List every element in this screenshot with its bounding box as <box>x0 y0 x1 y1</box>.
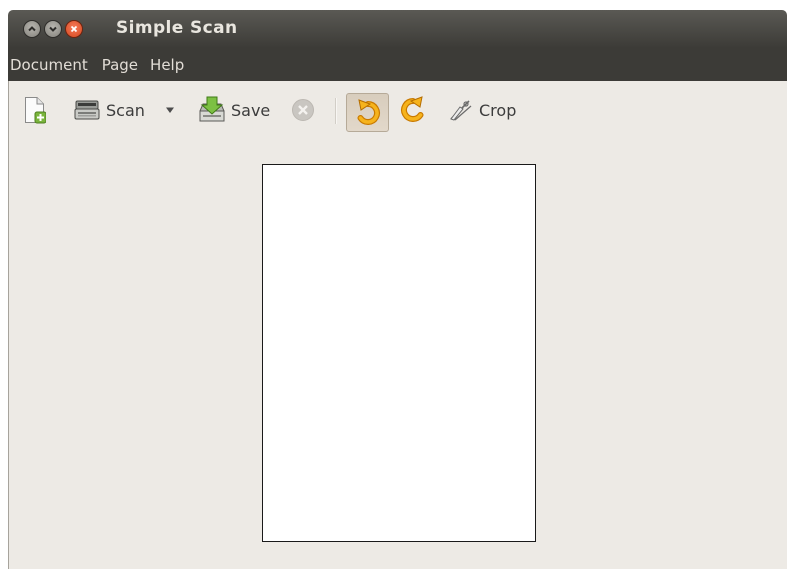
scanner-icon <box>74 100 100 120</box>
crop-icon <box>450 100 472 121</box>
window-border <box>8 81 9 569</box>
app-window: Simple Scan Document Page Help Scan Save… <box>8 10 787 569</box>
toolbar: Scan Save Crop <box>8 81 787 139</box>
stop-scan-icon <box>292 99 314 121</box>
scan-dropdown-button[interactable] <box>164 81 176 139</box>
scan-label: Scan <box>106 100 145 120</box>
scan-button[interactable]: Scan <box>74 81 145 139</box>
toolbar-separator <box>335 98 337 124</box>
maximize-button[interactable] <box>44 20 62 38</box>
minimize-button[interactable] <box>23 20 41 38</box>
crop-label: Crop <box>479 100 517 120</box>
crop-button[interactable]: Crop <box>448 81 516 139</box>
rotate-right-icon <box>401 96 424 122</box>
menu-help[interactable]: Help <box>150 56 187 74</box>
minimize-icon <box>28 26 36 32</box>
menu-page[interactable]: Page <box>102 56 141 74</box>
save-icon <box>199 96 225 122</box>
new-document-icon <box>25 97 46 124</box>
menu-document[interactable]: Document <box>10 56 91 74</box>
page-preview[interactable] <box>262 164 536 542</box>
rotate-left-button[interactable] <box>346 93 389 132</box>
dropdown-arrow-icon <box>166 107 174 113</box>
maximize-icon <box>49 26 57 32</box>
menu-bar: Document Page Help <box>8 48 787 81</box>
title-bar: Simple Scan <box>8 10 787 48</box>
stop-button[interactable] <box>291 81 315 139</box>
new-document-button[interactable] <box>24 81 46 139</box>
close-button[interactable] <box>65 20 83 38</box>
save-label: Save <box>231 100 271 120</box>
rotate-left-icon <box>357 98 380 125</box>
close-icon <box>70 25 78 33</box>
save-button[interactable]: Save <box>197 81 270 139</box>
rotate-right-button[interactable] <box>400 81 426 139</box>
window-title: Simple Scan <box>116 18 238 38</box>
